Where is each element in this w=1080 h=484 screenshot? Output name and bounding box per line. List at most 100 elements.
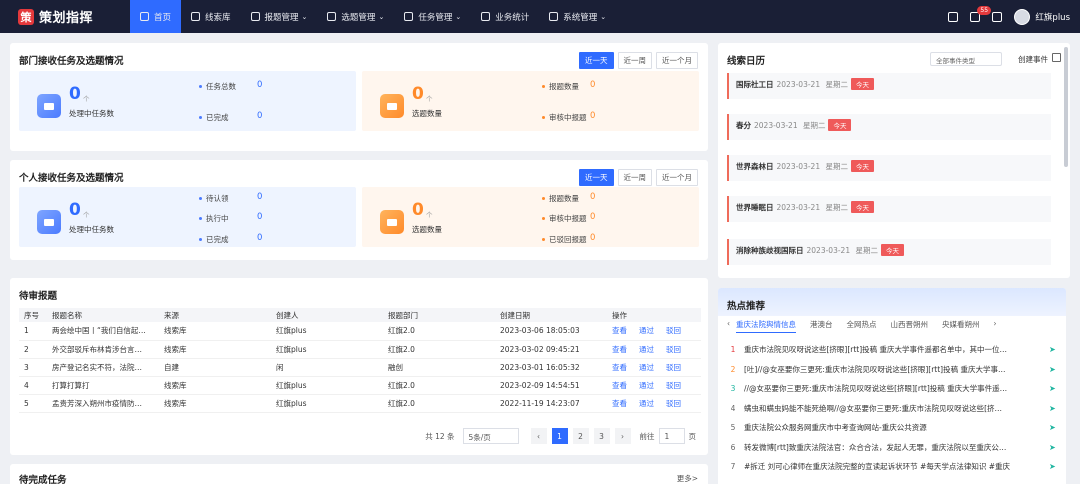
reject-link[interactable]: 驳回: [666, 326, 681, 335]
view-link[interactable]: 查看: [612, 326, 627, 335]
send-icon[interactable]: ➤: [1049, 345, 1057, 354]
app-logo[interactable]: 策 策划指挥: [0, 0, 130, 33]
view-link[interactable]: 查看: [612, 363, 627, 372]
list-item[interactable]: 2 [吐]//@女巫要你三更死:重庆市法院见叹呀说这些[挤眼][rtt]投稿 重庆…: [727, 360, 1057, 380]
list-item[interactable]: 5 重庆法院公众服务网重庆市中考查询网站-重庆公共资源 ➤: [727, 418, 1057, 438]
fire-icon: 2: [730, 364, 736, 374]
today-badge: 今天: [850, 201, 874, 213]
shirt-icon[interactable]: [992, 11, 1003, 22]
home-icon: [140, 12, 149, 21]
send-icon[interactable]: ➤: [1049, 384, 1057, 393]
grid-icon[interactable]: [948, 11, 959, 22]
dept-panel-title: 部门接收任务及选题情况: [19, 56, 124, 67]
dept-panel: 部门接收任务及选题情况 近一天 近一周 近一个月 0 个 处理中任务数 任务总数…: [10, 43, 708, 151]
list-item[interactable]: 7 #拆迁 刘可心律师在重庆法院完整的宣读起诉状环节 #每天学点法律知识 #重庆 ➤: [727, 457, 1057, 477]
range-week-button[interactable]: 近一周: [617, 169, 652, 186]
prev-page-button[interactable]: ‹: [530, 428, 547, 444]
top-bar: 策 策划指挥 首页 线索库 报题管理 ⌄ 选题管理 ⌄ 任务管理 ⌄ 业务统计 系统管…: [0, 0, 1080, 33]
send-icon[interactable]: ➤: [1049, 443, 1057, 452]
hot-header: [718, 288, 1066, 316]
more-link[interactable]: 更多>: [677, 473, 698, 484]
tabs-prev-button[interactable]: ‹: [727, 319, 730, 333]
list-item[interactable]: 1 重庆市法院见叹呀说这些[挤眼][rtt]投稿 重庆大学事件遥都名单中，其中一位…: [727, 340, 1057, 360]
fire-icon: 1: [730, 345, 736, 355]
page-3-button[interactable]: 3: [593, 428, 610, 444]
range-month-button[interactable]: 近一个月: [656, 52, 698, 69]
tab-web-hot[interactable]: 全网热点: [847, 319, 877, 333]
chevron-down-icon: ⌄: [378, 12, 385, 21]
pagination: 共 12 条 5条/页 ‹ 1 2 3 › 前往 1 页: [425, 428, 696, 444]
approve-link[interactable]: 通过: [639, 363, 654, 372]
pending-table: 序号 报题名称 来源 创建人 报题部门 创建日期 操作 1 两会绘中国丨“我们自信…: [19, 308, 701, 413]
page-size-select[interactable]: 5条/页: [462, 428, 519, 444]
logo-mark-icon: 策: [18, 8, 34, 25]
reject-link[interactable]: 驳回: [666, 381, 681, 390]
calendar-item[interactable]: 消除种族歧视国际日 2023-03-21 星期二 今天: [727, 239, 1051, 265]
system-icon: [549, 12, 559, 21]
create-event-button[interactable]: 创建事件: [1018, 54, 1048, 65]
total-count: 共 12 条: [425, 431, 455, 441]
todo-panel: 待完成任务 更多>: [10, 464, 708, 484]
app-title: 策划指挥: [39, 11, 94, 26]
hot-tabs: ‹ 重庆法院舆情信息 港澳台 全网热点 山西晋朔州 央媒看朔州 ›: [727, 319, 1011, 333]
nav-item-report[interactable]: 报题管理 ⌄: [241, 0, 318, 33]
tab-court-news[interactable]: 重庆法院舆情信息: [736, 319, 796, 333]
goto-page-input[interactable]: 1: [658, 428, 685, 444]
bell-icon[interactable]: 55: [970, 5, 992, 22]
range-week-button[interactable]: 近一周: [617, 52, 652, 69]
approve-link[interactable]: 通过: [639, 345, 654, 354]
send-icon[interactable]: ➤: [1049, 404, 1057, 413]
avatar[interactable]: [1014, 8, 1031, 25]
tabs-next-button[interactable]: ›: [994, 319, 997, 333]
nav-item-library[interactable]: 线索库: [181, 0, 241, 33]
range-day-button[interactable]: 近一天: [579, 169, 614, 186]
approve-link[interactable]: 通过: [639, 399, 654, 408]
notification-badge: 55: [977, 5, 992, 15]
event-type-select[interactable]: 全部事件类型: [930, 52, 1002, 66]
hot-title: 热点推荐: [727, 301, 766, 312]
dept-task-count: 0: [69, 84, 81, 104]
chevron-down-icon: ⌄: [301, 12, 308, 21]
topic-stat-icon: [380, 94, 404, 118]
nav-item-stats[interactable]: 业务统计: [471, 0, 539, 33]
page-1-button[interactable]: 1: [551, 428, 568, 444]
nav-item-task[interactable]: 任务管理 ⌄: [394, 0, 471, 33]
approve-link[interactable]: 通过: [639, 381, 654, 390]
reject-link[interactable]: 驳回: [666, 363, 681, 372]
calendar-scrollbar[interactable]: [1064, 47, 1068, 167]
view-link[interactable]: 查看: [612, 381, 627, 390]
calendar-icon[interactable]: [1052, 53, 1061, 62]
tab-hk-macau-tw[interactable]: 港澳台: [810, 319, 833, 333]
nav-item-topic[interactable]: 选题管理 ⌄: [317, 0, 394, 33]
task-stat-icon: [37, 94, 61, 118]
calendar-item[interactable]: 国际社工日 2023-03-21 星期二 今天: [727, 73, 1051, 99]
view-link[interactable]: 查看: [612, 399, 627, 408]
page-2-button[interactable]: 2: [572, 428, 589, 444]
tab-shanxi[interactable]: 山西晋朔州: [891, 319, 929, 333]
send-icon[interactable]: ➤: [1049, 462, 1057, 471]
nav-item-system[interactable]: 系统管理 ⌄: [539, 0, 616, 33]
reject-link[interactable]: 驳回: [666, 345, 681, 354]
calendar-item[interactable]: 世界睡眠日 2023-03-21 星期二 今天: [727, 196, 1051, 222]
calendar-item[interactable]: 春分 2023-03-21 星期二 今天: [727, 114, 1051, 140]
tab-central-media[interactable]: 央媒看朔州: [942, 319, 980, 333]
list-item[interactable]: 6 转发微博[rtt]致重庆法院法官：众合合法，发起人无罪，重庆法院以至重庆公… ➤: [727, 438, 1057, 458]
send-icon[interactable]: ➤: [1049, 365, 1057, 374]
pending-title: 待审报题: [19, 291, 58, 302]
range-month-button[interactable]: 近一个月: [656, 169, 698, 186]
task-stat-icon: [37, 210, 61, 234]
nav-item-home[interactable]: 首页: [130, 0, 182, 33]
user-name[interactable]: 红旗plus: [1035, 11, 1070, 23]
main-nav: 首页 线索库 报题管理 ⌄ 选题管理 ⌄ 任务管理 ⌄ 业务统计 系统管理 ⌄: [130, 0, 616, 33]
send-icon[interactable]: ➤: [1049, 423, 1057, 432]
calendar-item[interactable]: 世界森林日 2023-03-21 星期二 今天: [727, 155, 1051, 181]
calendar-panel: 线索日历 全部事件类型 创建事件 国际社工日 2023-03-21 星期二 今天 春…: [718, 43, 1070, 278]
list-item[interactable]: 4 螨虫和螨虫妈能不能死绝啊//@女巫要你三更死:重庆市法院见叹呀说这些[挤… ➤: [727, 399, 1057, 419]
reject-link[interactable]: 驳回: [666, 399, 681, 408]
approve-link[interactable]: 通过: [639, 326, 654, 335]
list-item[interactable]: 3//@女巫要你三更死:重庆市法院见叹呀说这些[挤眼][rtt]投稿 重庆大学事…: [727, 379, 1057, 399]
view-link[interactable]: 查看: [612, 345, 627, 354]
today-badge: 今天: [828, 119, 852, 131]
range-day-button[interactable]: 近一天: [579, 52, 614, 69]
next-page-button[interactable]: ›: [614, 428, 631, 444]
